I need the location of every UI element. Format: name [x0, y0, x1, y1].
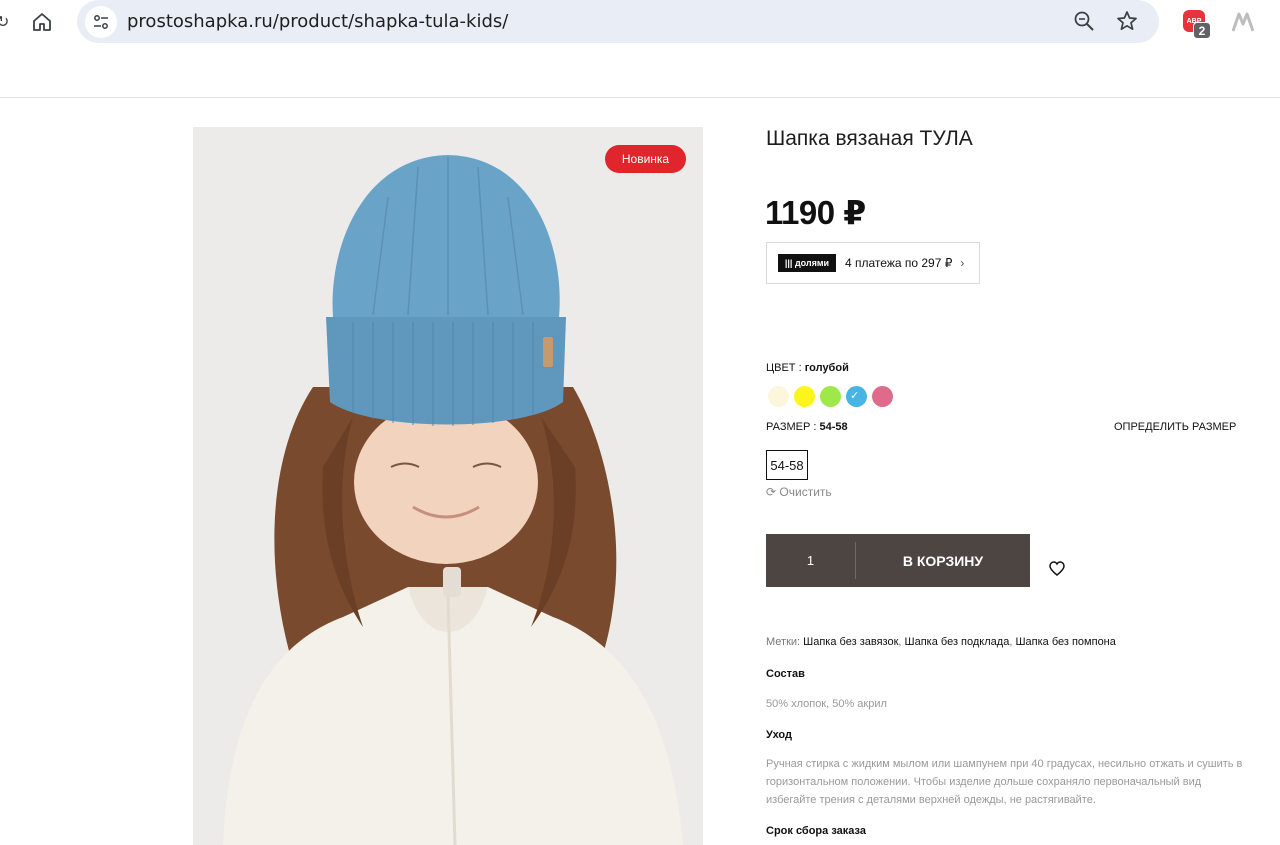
- product-photo: [193, 127, 703, 845]
- zoom-icon[interactable]: [1073, 10, 1095, 32]
- dolyami-logo: ||| долями: [778, 254, 836, 272]
- browser-toolbar: ↻ prostoshapka.ru/product/shapka-tula-ki…: [0, 0, 1280, 46]
- color-swatch-cream[interactable]: [768, 386, 789, 407]
- color-swatch-yellow[interactable]: [794, 386, 815, 407]
- tag-link[interactable]: Шапка без завязок: [803, 636, 898, 648]
- color-label-text: ЦВЕТ :: [766, 362, 802, 374]
- product-title: Шапка вязаная ТУЛА: [766, 127, 973, 150]
- size-value: 54-58: [819, 421, 848, 433]
- size-guide-link[interactable]: ОПРЕДЕЛИТЬ РАЗМЕР: [1114, 421, 1236, 433]
- home-icon[interactable]: [30, 10, 54, 34]
- address-bar[interactable]: prostoshapka.ru/product/shapka-tula-kids…: [77, 0, 1159, 43]
- clear-label: Очистить: [779, 485, 832, 499]
- reload-icon[interactable]: ↻: [0, 12, 9, 31]
- color-swatch-pink[interactable]: [872, 386, 893, 407]
- add-to-cart-button[interactable]: В КОРЗИНУ: [856, 534, 1030, 587]
- header-divider: [0, 97, 1280, 98]
- extension-logo-icon[interactable]: [1232, 12, 1254, 32]
- size-label-text: РАЗМЕР :: [766, 421, 817, 433]
- tune-icon[interactable]: [85, 6, 117, 38]
- care-text: Ручная стирка с жидким мылом или шампуне…: [766, 758, 1243, 806]
- product-image[interactable]: [193, 127, 703, 845]
- tag-link[interactable]: Шапка без помпона: [1015, 636, 1115, 648]
- color-value: голубой: [804, 362, 849, 374]
- check-icon: ✓: [850, 390, 860, 402]
- url-text[interactable]: prostoshapka.ru/product/shapka-tula-kids…: [127, 11, 508, 32]
- chevron-right-icon: ›: [960, 256, 965, 270]
- color-swatches: ✓: [768, 386, 893, 407]
- quantity-input[interactable]: 1: [766, 534, 855, 587]
- size-option[interactable]: 54-58: [766, 450, 808, 480]
- assembly-time-title: Срок сбора заказа: [766, 825, 866, 837]
- composition-text: 50% хлопок, 50% акрил: [766, 698, 887, 710]
- star-icon[interactable]: [1115, 9, 1139, 33]
- color-swatch-green[interactable]: [820, 386, 841, 407]
- new-badge: Новинка: [605, 145, 686, 173]
- heart-icon[interactable]: [1049, 561, 1065, 576]
- composition-title: Состав: [766, 668, 805, 680]
- care-title: Уход: [766, 729, 792, 741]
- installment-widget[interactable]: ||| долями 4 платежа по 297 ₽ ›: [766, 242, 980, 284]
- refresh-icon: ⟳: [766, 485, 777, 499]
- tag-link[interactable]: Шапка без подклада: [905, 636, 1010, 648]
- size-label: РАЗМЕР : 54-58: [766, 421, 848, 433]
- installment-text: 4 платежа по 297 ₽: [845, 256, 953, 270]
- clear-link[interactable]: ⟳ Очистить: [766, 485, 832, 499]
- adblock-count-badge: 2: [1193, 22, 1211, 39]
- color-label: ЦВЕТ : голубой: [766, 362, 849, 374]
- product-price: 1190 ₽: [765, 194, 866, 231]
- tags-line: Метки: Шапка без завязок, Шапка без подк…: [766, 636, 1116, 648]
- adblock-icon[interactable]: ABP 2: [1183, 10, 1211, 39]
- tags-label: Метки:: [766, 636, 801, 648]
- color-swatch-blue[interactable]: ✓: [846, 386, 867, 407]
- add-to-cart-block: 1 В КОРЗИНУ: [766, 534, 1030, 587]
